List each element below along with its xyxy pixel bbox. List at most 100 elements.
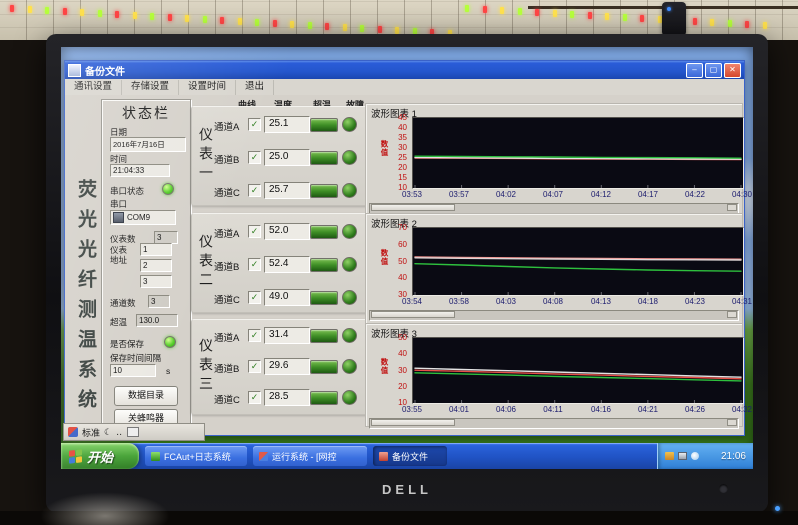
fault-round-led [342, 359, 357, 374]
channel-value: 29.6 [264, 358, 310, 375]
scrollbar-thumb[interactable] [371, 311, 455, 318]
dots-icon[interactable]: ‥ [116, 427, 123, 438]
scrollbar-arrow[interactable] [727, 419, 737, 426]
panel-led [553, 10, 557, 17]
tray-display-icon[interactable] [678, 452, 687, 460]
channel-label: 通道C [214, 392, 240, 406]
menu-item-3[interactable]: 退出 [236, 80, 274, 95]
data-dir-button[interactable]: 数据目录 [114, 386, 178, 406]
y-tick-label: 25 [385, 153, 407, 162]
fault-round-led [342, 150, 357, 165]
taskbar-item-1[interactable]: 运行系统 - [网控 [253, 446, 367, 466]
app-name-vertical: 荧光光纤测温系统 [72, 179, 99, 419]
start-button[interactable]: 开始 [61, 443, 139, 469]
save-interval-value[interactable]: 10 [110, 364, 156, 377]
taskbar-item-label: 运行系统 - [网控 [272, 450, 337, 463]
y-tick-label: 40 [385, 123, 407, 132]
menu-item-2[interactable]: 设置时间 [179, 80, 236, 95]
serial-port-select[interactable]: COM9 [110, 210, 176, 225]
overtemp-bar-led [310, 151, 338, 165]
taskbar-item-label: 备份文件 [392, 450, 428, 463]
x-tick-label: 04:16 [583, 405, 619, 414]
serial-label: 串口 [110, 198, 127, 210]
taskbar-item-0[interactable]: FCAut+日志系统 [145, 446, 247, 466]
overtemp-label: 超温 [110, 316, 127, 328]
channel-checkbox[interactable]: ✓ [248, 151, 261, 164]
panel-led [63, 8, 67, 15]
tray-volume-icon[interactable] [691, 452, 699, 460]
y-tick-label: 30 [385, 143, 407, 152]
date-value: 2016年7月16日 [110, 137, 186, 152]
channel-checkbox[interactable]: ✓ [248, 184, 261, 197]
panel-led [80, 9, 84, 16]
monitor-power-button[interactable] [719, 484, 728, 493]
taskbar-item-label: FCAut+日志系统 [164, 450, 231, 463]
save-led [164, 336, 176, 348]
channel-label: 通道A [214, 226, 239, 240]
scrollbar-arrow[interactable] [727, 311, 737, 318]
close-button[interactable]: ✕ [724, 63, 741, 78]
app-icon [68, 64, 81, 77]
overtemp-value[interactable]: 130.0 [136, 314, 178, 327]
app-window: 备份文件 – ▢ ✕ 通讯设置存储设置设置时间退出 荧光光纤测温系统 状态栏 日… [64, 60, 745, 436]
tray-clock: 21:06 [721, 451, 746, 462]
meter-addr-3[interactable]: 3 [140, 275, 172, 288]
channel-checkbox[interactable]: ✓ [248, 118, 261, 131]
panel-led [710, 19, 714, 26]
panel-led [518, 8, 522, 15]
meter-addr-1[interactable]: 1 [140, 243, 172, 256]
menu-item-1[interactable]: 存储设置 [122, 80, 179, 95]
channel-value: 25.7 [264, 182, 310, 199]
fault-round-led [342, 390, 357, 405]
channel-checkbox[interactable]: ✓ [248, 225, 261, 238]
y-tick-label: 20 [385, 382, 407, 391]
y-tick-label: 15 [385, 173, 407, 182]
scrollbar-thumb[interactable] [371, 419, 455, 426]
panel-led [343, 24, 347, 31]
time-value: 21:04:33 [110, 164, 170, 177]
overtemp-bar-led [310, 184, 338, 198]
panel-led [623, 14, 627, 21]
panel-led [28, 6, 32, 13]
x-tick-label: 03:58 [441, 297, 477, 306]
scrollbar-arrow[interactable] [727, 204, 737, 211]
ime-mode-icon[interactable] [68, 427, 78, 437]
meter-addr-label: 仪表地址 [110, 246, 130, 265]
keyboard-icon[interactable] [127, 427, 139, 437]
channel-label: 通道B [214, 259, 239, 273]
x-tick-label: 04:12 [583, 190, 619, 199]
taskbar-item-2[interactable]: 备份文件 [373, 446, 447, 466]
x-tick-label: 04:11 [535, 405, 571, 414]
moon-icon[interactable]: ☾ [104, 427, 112, 437]
tray-app-icon[interactable] [665, 452, 674, 460]
ime-label[interactable]: 标准 [82, 426, 100, 439]
channel-checkbox[interactable]: ✓ [248, 360, 261, 373]
meter-addr-2[interactable]: 2 [140, 259, 172, 272]
chart-scrollbar[interactable] [369, 418, 739, 429]
titlebar[interactable]: 备份文件 – ▢ ✕ [65, 61, 744, 79]
panel-led [133, 12, 137, 19]
x-tick-label: 04:23 [677, 297, 713, 306]
channel-checkbox[interactable]: ✓ [248, 258, 261, 271]
waveform-plot-3 [412, 337, 744, 404]
panel-led [763, 22, 767, 29]
panel-led [185, 15, 189, 22]
scrollbar-thumb[interactable] [371, 204, 455, 211]
wall-device [662, 2, 686, 36]
panel-led [728, 20, 732, 27]
maximize-button[interactable]: ▢ [705, 63, 722, 78]
chart-block-2: 波形图表 2数值706050403003:5403:5804:0304:0804… [365, 213, 743, 325]
fault-round-led [342, 117, 357, 132]
minimize-button[interactable]: – [686, 63, 703, 78]
channel-checkbox[interactable]: ✓ [248, 391, 261, 404]
y-tick-label: 40 [385, 349, 407, 358]
panel-led [255, 19, 259, 26]
channel-label: 通道B [214, 361, 239, 375]
channel-label: 通道A [214, 330, 239, 344]
chart-scrollbar[interactable] [369, 310, 739, 321]
menu-item-0[interactable]: 通讯设置 [65, 80, 122, 95]
waveform-plot-1 [412, 117, 744, 189]
channel-checkbox[interactable]: ✓ [248, 291, 261, 304]
indicator-led [775, 506, 780, 511]
channel-checkbox[interactable]: ✓ [248, 329, 261, 342]
